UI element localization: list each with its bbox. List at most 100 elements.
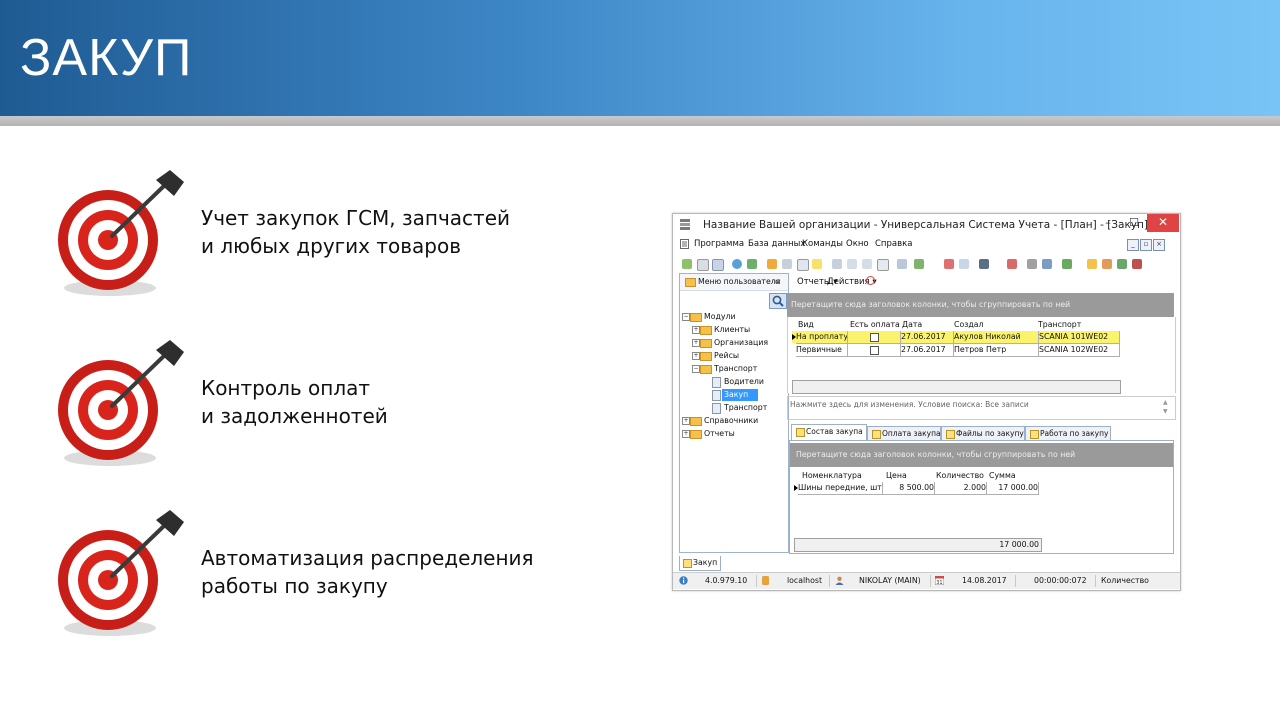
column-header[interactable]: Дата: [902, 320, 922, 329]
tools-icon[interactable]: [1027, 259, 1037, 269]
search-icon[interactable]: [769, 293, 787, 309]
expand-icon[interactable]: +: [682, 430, 690, 438]
group-by-area[interactable]: Перетащите сюда заголовок колонки, чтобы…: [787, 293, 1174, 317]
column-header[interactable]: Транспорт: [1038, 320, 1081, 329]
exit-icon[interactable]: [1132, 259, 1142, 269]
menu-database[interactable]: База данных: [748, 239, 805, 249]
lock-icon[interactable]: [1087, 259, 1097, 269]
refresh-icon[interactable]: [747, 259, 757, 269]
column-header[interactable]: Сумма: [989, 471, 1016, 480]
pin-icon[interactable]: ⱺ: [775, 274, 780, 290]
expand-icon[interactable]: +: [692, 326, 700, 334]
list-icon[interactable]: [797, 259, 809, 271]
scroll-arrows-icon[interactable]: ▲ ▼: [1163, 398, 1168, 416]
minimize-button[interactable]: –: [1095, 214, 1121, 232]
collapse-icon[interactable]: [862, 259, 872, 269]
table-row[interactable]: Шины передние, шт 8 500.00 2.000 17 000.…: [794, 482, 1040, 495]
excel-icon[interactable]: [914, 259, 924, 269]
purchase-items-panel: Перетащите сюда заголовок колонки, чтобы…: [789, 440, 1174, 554]
group-by-area[interactable]: Перетащите сюда заголовок колонки, чтобы…: [790, 443, 1173, 467]
column-header[interactable]: Количество: [936, 471, 984, 480]
collapse-icon[interactable]: −: [682, 313, 690, 321]
tab-purchase-window[interactable]: Закуп: [679, 556, 721, 571]
column-header[interactable]: Вид: [798, 320, 814, 329]
group-icon[interactable]: [1117, 259, 1127, 269]
folder-icon: [700, 326, 712, 335]
table-cell: [848, 331, 901, 344]
tab-purchase-payment[interactable]: Оплата закупа: [867, 426, 941, 441]
maximize-button[interactable]: ☐: [1121, 214, 1147, 232]
copy-icon[interactable]: [697, 259, 709, 271]
document-icon: [680, 239, 689, 249]
settings-icon[interactable]: [1042, 259, 1052, 269]
export-icon[interactable]: [897, 259, 907, 269]
document-icon: [712, 390, 721, 401]
tree-item-label: Организация: [714, 338, 769, 347]
user-label: NIKOLAY (MAIN): [859, 576, 921, 585]
chart-icon[interactable]: [1062, 259, 1072, 269]
collapse-icon[interactable]: −: [692, 365, 700, 373]
expand-icon[interactable]: [847, 259, 857, 269]
grid-icon[interactable]: [832, 259, 842, 269]
filter-icon[interactable]: [767, 259, 777, 269]
column-header[interactable]: Номенклатура: [802, 471, 862, 480]
tree-item-label: Отчеты: [704, 429, 735, 438]
filter-text: Нажмите здесь для изменения. Условие пои…: [790, 400, 1029, 409]
layout-icon[interactable]: [959, 259, 969, 269]
mdi-minimize-button[interactable]: _: [1127, 239, 1139, 251]
tree-item-label: Справочники: [704, 416, 759, 425]
grid-footer: 17 000.00: [794, 538, 1042, 552]
tree-item-purchase[interactable]: Закуп: [682, 389, 786, 401]
menu-window[interactable]: Окно: [846, 239, 869, 249]
database-icon: [762, 576, 769, 585]
mdi-restore-button[interactable]: ▫: [1140, 239, 1152, 251]
tab-purchase-work[interactable]: Работа по закупу: [1025, 426, 1111, 441]
mdi-close-button[interactable]: ×: [1153, 239, 1165, 251]
new-icon[interactable]: [682, 259, 692, 269]
stop-icon[interactable]: [866, 276, 875, 285]
filter-bar[interactable]: Нажмите здесь для изменения. Условие пои…: [787, 396, 1176, 420]
user-menu-title: Меню пользователя: [698, 277, 781, 286]
status-separator: [1015, 575, 1016, 587]
expand-icon[interactable]: +: [692, 352, 700, 360]
bullet-line: Автоматизация распределения: [201, 546, 534, 570]
paste-icon[interactable]: [712, 259, 724, 271]
column-header[interactable]: Есть оплата: [850, 320, 900, 329]
table-cell: [848, 344, 901, 357]
timer-label: 00:00:00:072: [1034, 576, 1087, 585]
tree-item-transport[interactable]: Транспорт: [682, 402, 786, 414]
menu-commands[interactable]: Команды: [802, 239, 843, 249]
folder-icon: [690, 430, 702, 439]
expand-icon[interactable]: +: [692, 339, 700, 347]
calendar-icon: 31: [935, 576, 944, 585]
table-cell: Акулов Николай: [954, 331, 1039, 344]
tab-purchase-items[interactable]: Состав закупа: [791, 424, 867, 441]
window-icon[interactable]: [944, 259, 954, 269]
table-row[interactable]: Первичные 27.06.2017 Петров Петр SCANIA …: [792, 344, 1120, 357]
bullet-text: Автоматизация распределения работы по за…: [201, 544, 534, 600]
close-button[interactable]: ✕: [1147, 214, 1179, 232]
expand-icon[interactable]: +: [682, 417, 690, 425]
print-icon[interactable]: [979, 259, 989, 269]
table-cell: SCANIA 101WE02: [1039, 331, 1120, 344]
column-header[interactable]: Создал: [954, 320, 984, 329]
table-cell: SCANIA 102WE02: [1039, 344, 1120, 357]
window-title: Название Вашей организации - Универсальн…: [703, 219, 1148, 231]
search-icon[interactable]: [732, 259, 742, 269]
users-icon[interactable]: [1102, 259, 1112, 269]
tab-purchase-files[interactable]: Файлы по закупу: [941, 426, 1025, 441]
table-cell: Первичные: [796, 344, 848, 357]
bullet-item: Автоматизация распределения работы по за…: [52, 506, 612, 646]
payment-checkbox[interactable]: [870, 346, 879, 355]
table-row[interactable]: На проплату 27.06.2017 Акулов Николай SC…: [792, 331, 1120, 344]
tree-item-drivers[interactable]: Водители: [682, 376, 786, 388]
note-icon[interactable]: [812, 259, 822, 269]
sort-icon[interactable]: [782, 259, 792, 269]
folder-icon: [700, 365, 712, 374]
menu-help[interactable]: Справка: [875, 239, 912, 249]
calendar-icon[interactable]: [1007, 259, 1017, 269]
menu-program[interactable]: Программа: [694, 239, 744, 249]
column-header[interactable]: Цена: [886, 471, 907, 480]
payment-checkbox[interactable]: [870, 333, 879, 342]
columns-icon[interactable]: [877, 259, 889, 271]
